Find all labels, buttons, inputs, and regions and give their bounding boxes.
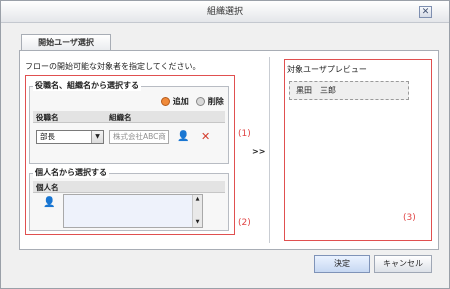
add-icon — [161, 97, 170, 106]
org-name-value: 株式会社ABC商 — [113, 132, 166, 141]
scroll-down-icon[interactable]: ▼ — [193, 218, 202, 227]
add-button[interactable]: 追加 — [161, 96, 189, 107]
preview-title: 対象ユーザプレビュー — [287, 65, 367, 74]
org-name-field[interactable]: 株式会社ABC商 — [109, 130, 169, 144]
marker-1: (1) — [238, 129, 251, 139]
person-list-scrollbar[interactable]: ▲ ▼ — [192, 195, 202, 227]
add-label: 追加 — [172, 97, 189, 106]
column-divider — [269, 57, 270, 243]
chevron-down-icon[interactable]: ▼ — [91, 131, 103, 143]
marker-3: (3) — [403, 213, 416, 223]
cancel-button[interactable]: キャンセル — [374, 255, 432, 273]
person-list-box[interactable]: ▲ ▼ — [63, 194, 203, 228]
ok-button[interactable]: 決定 — [314, 255, 370, 273]
person-header — [33, 181, 225, 193]
delete-button[interactable]: 削除 — [196, 96, 224, 107]
org-picker-icon[interactable]: 👤 — [177, 131, 189, 143]
tab-start-user-select[interactable]: 開始ユーザ選択 — [21, 34, 111, 51]
section-person-title: 個人名から選択する — [33, 167, 109, 178]
section-position-org-title: 役職名、組織名から選択する — [33, 80, 141, 91]
position-select-value: 部長 — [40, 132, 55, 141]
col-org-label: 組織名 — [109, 113, 132, 122]
col-position-label: 役職名 — [36, 113, 59, 122]
trash-icon — [196, 97, 205, 106]
position-select[interactable]: 部長 ▼ — [36, 130, 104, 144]
preview-user-item[interactable]: 黒田 三郎 — [289, 81, 409, 100]
instruction-text: フローの開始可能な対象者を指定してください。 — [25, 62, 201, 71]
col-person-label: 個人名 — [36, 183, 59, 192]
close-icon[interactable]: ✕ — [419, 6, 432, 18]
person-picker-icon[interactable]: 👤 — [43, 197, 55, 209]
dialog-window: 組織選択 ✕ 開始ユーザ選択 フローの開始可能な対象者を指定してください。 役職… — [0, 0, 450, 289]
remove-row-icon[interactable]: ✕ — [201, 131, 210, 143]
marker-2: (2) — [238, 218, 251, 228]
title-bar: 組織選択 — [1, 1, 449, 23]
scroll-up-icon[interactable]: ▲ — [193, 195, 202, 204]
delete-label: 削除 — [207, 97, 224, 106]
move-arrow: >> — [252, 147, 266, 156]
dialog-title: 組織選択 — [206, 7, 243, 17]
